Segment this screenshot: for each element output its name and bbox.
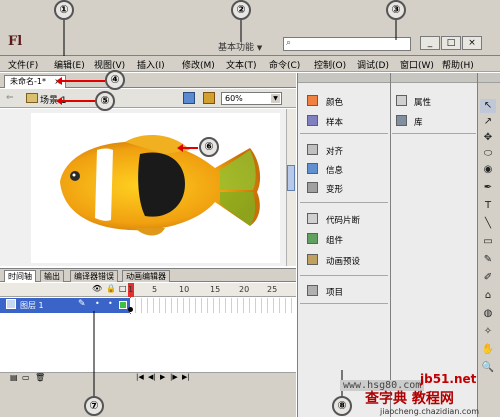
callout-4: ④ bbox=[105, 70, 125, 90]
annotation-arrows bbox=[56, 18, 397, 398]
callout-6: ⑥ bbox=[199, 137, 219, 157]
watermark-site: jb51.net bbox=[420, 372, 477, 386]
callout-7: ⑦ bbox=[84, 396, 104, 416]
callout-3: ③ bbox=[386, 0, 406, 20]
callout-2: ② bbox=[231, 0, 251, 20]
watermark-site: 查字典 教程网 bbox=[365, 391, 454, 407]
callout-5: ⑤ bbox=[95, 91, 115, 111]
callout-1: ① bbox=[54, 0, 74, 20]
watermark-site: jiaocheng.chazidian.com bbox=[380, 407, 480, 416]
callout-8: ⑧ bbox=[332, 396, 352, 416]
